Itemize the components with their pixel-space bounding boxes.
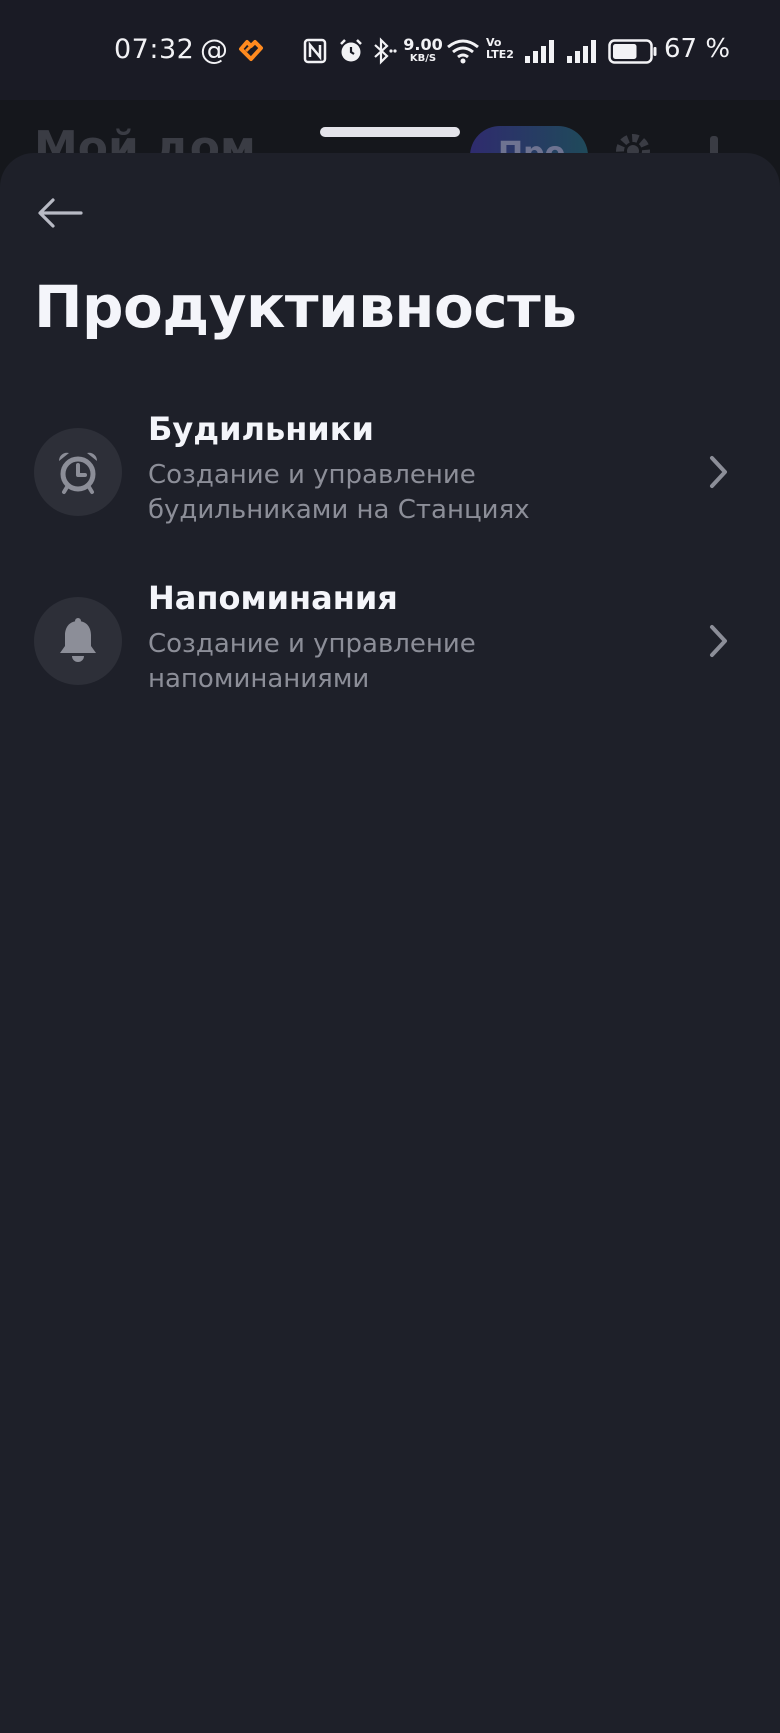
battery-icon xyxy=(608,39,657,64)
bluetooth-icon xyxy=(374,37,397,65)
signal-2-icon xyxy=(567,40,596,63)
menu-item-description: Создание и управление будильниками на Ст… xyxy=(148,460,530,525)
network-speed: 9.00 KB/S xyxy=(403,37,443,64)
battery-percent: 67 % xyxy=(664,34,731,64)
menu-item-title: Будильники xyxy=(148,410,374,448)
volte-bottom-label: LTE2 xyxy=(486,48,514,61)
alarm-clock-icon xyxy=(58,452,98,494)
page-title: Продуктивность xyxy=(34,273,577,341)
chevron-right-icon xyxy=(710,625,727,657)
status-bar: 07:32 @ 9.00 KB/S Vo LTE2 67 % xyxy=(0,0,780,100)
back-button[interactable] xyxy=(28,188,92,238)
menu-item-reminders[interactable]: Напоминания Создание и управление напоми… xyxy=(0,559,780,709)
network-speed-value: 9.00 xyxy=(403,35,443,54)
menu-item-title: Напоминания xyxy=(148,579,398,617)
signal-1-icon xyxy=(525,40,554,63)
arrow-left-icon xyxy=(38,198,83,228)
app-notification-icon xyxy=(239,40,263,61)
menu-item-description: Создание и управление напоминаниями xyxy=(148,629,476,694)
sheet-grabber[interactable] xyxy=(320,127,460,137)
bell-icon xyxy=(60,618,96,662)
status-time: 07:32 xyxy=(114,34,195,65)
bell-icon-container xyxy=(34,597,122,685)
chevron-right-icon xyxy=(710,456,727,488)
menu-item-alarms[interactable]: Будильники Создание и управление будильн… xyxy=(0,390,780,540)
screen: 07:32 @ 9.00 KB/S Vo LTE2 67 % Мой дом П… xyxy=(0,0,780,1733)
volte-icon: Vo LTE2 xyxy=(486,37,514,61)
alarm-icon-container xyxy=(34,428,122,516)
alarm-icon xyxy=(340,39,362,62)
network-speed-unit: KB/S xyxy=(409,53,437,64)
wifi-icon xyxy=(447,39,479,64)
nfc-icon xyxy=(303,38,327,64)
productivity-sheet: Продуктивность Будильники Создание и упр… xyxy=(0,153,780,1733)
mail-at-icon: @ xyxy=(200,33,228,66)
